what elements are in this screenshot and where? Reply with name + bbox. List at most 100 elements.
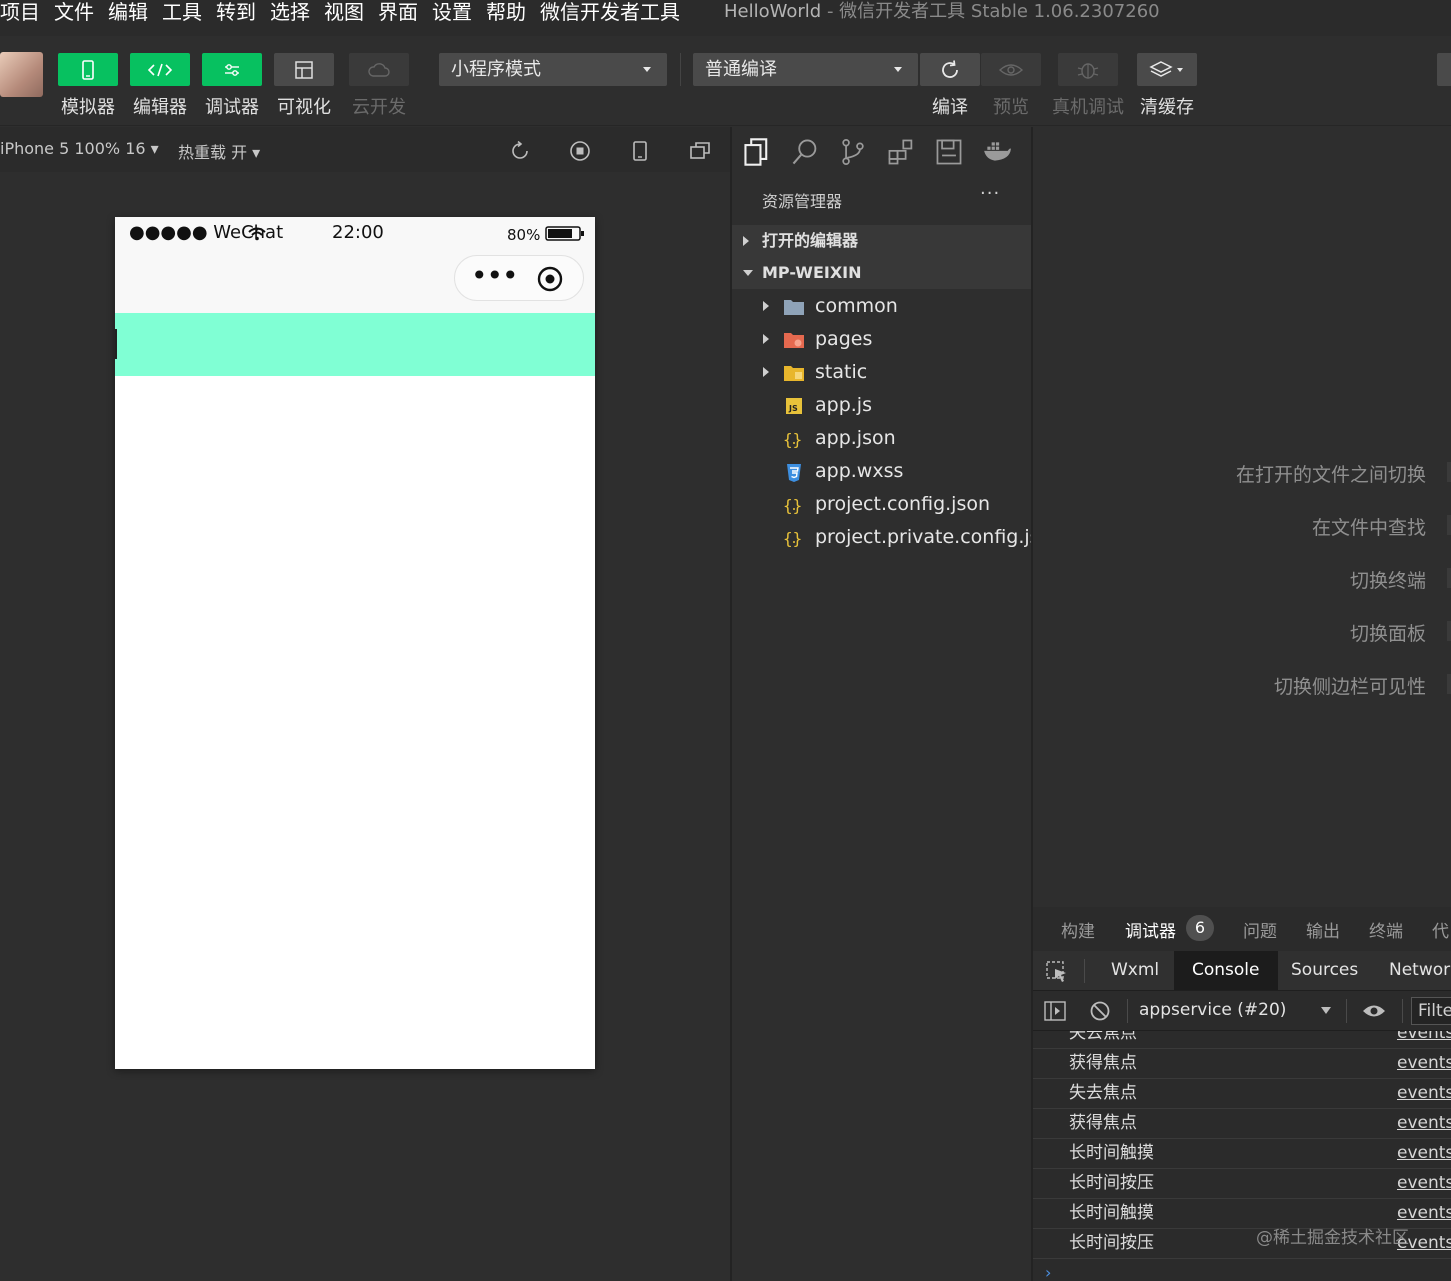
clear-console-icon[interactable] [1088,999,1112,1023]
editor-toggle-button[interactable] [130,53,190,86]
json-file-icon: {} [783,529,802,548]
log-row: 失去焦点 events [1033,1079,1451,1109]
close-mini-program-icon[interactable] [537,266,563,292]
tab-sources[interactable]: Sources [1273,951,1376,990]
log-row: 失去焦点 events [1033,1031,1451,1049]
menu-item-view[interactable]: 视图 [324,0,364,24]
tree-item-label: app.wxss [815,460,904,482]
shortcut-hint: 切换侧边栏可见性 [1273,676,1426,698]
tab-wxml[interactable]: Wxml [1093,951,1177,990]
hot-reload-select[interactable]: 热重载 开 ▾ [178,139,260,163]
mode-select[interactable]: 小程序模式 [439,53,667,86]
tab-network[interactable]: Network [1371,951,1451,990]
layers-icon [1149,60,1183,77]
folder-static-icon [784,366,804,381]
toolbar-overflow-button[interactable] [1437,53,1451,86]
tab-debugger[interactable]: 调试器 [1125,917,1176,942]
log-source-link[interactable]: events [1397,1049,1451,1078]
page-header-bar [115,313,595,376]
files-icon[interactable] [742,137,772,167]
battery-icon [545,226,584,241]
save-icon[interactable] [934,137,964,167]
menu-item-settings[interactable]: 设置 [432,0,472,24]
inspect-element-icon[interactable] [1045,960,1069,984]
phone-screen[interactable]: ●●●●● WeChat 22:00 80% ••• [115,217,595,1069]
tab-code-quality[interactable]: 代 [1432,917,1449,942]
detach-window-icon[interactable] [689,140,711,162]
tab-output[interactable]: 输出 [1306,917,1340,942]
cloud-icon [368,62,390,77]
layout-icon [295,60,313,79]
simulator-toolbar: iPhone 5 100% 16 ▾ 热重载 开 ▾ [0,127,730,172]
docker-icon[interactable] [982,137,1012,167]
debugger-label: 调试器 [205,97,259,118]
remote-debug-button[interactable] [1058,53,1118,86]
menu-item-goto[interactable]: 转到 [216,0,256,24]
visual-toggle-button[interactable] [274,53,334,86]
chevron-down-icon[interactable] [1321,1007,1331,1014]
log-source-link[interactable]: events [1397,1079,1451,1108]
device-select[interactable]: iPhone 5 100% 16 ▾ [0,139,159,158]
more-menu-button[interactable]: ••• [471,260,519,292]
tree-item-project-private-config[interactable]: {} project.private.config.js... [732,521,1058,554]
tab-console[interactable]: Console [1174,951,1278,990]
open-editors-section[interactable]: 打开的编辑器 [732,225,1031,257]
toolbar-divider [680,53,681,86]
menu-item-file[interactable]: 文件 [54,0,94,24]
tree-item-pages[interactable]: pages [732,323,1031,356]
avatar[interactable] [0,52,43,97]
mini-program-capsule: ••• [454,255,584,301]
simulator-toggle-button[interactable] [58,53,118,86]
log-message: 获得焦点 [1069,1113,1137,1133]
live-expression-eye-icon[interactable] [1361,1001,1387,1021]
menu-item-project[interactable]: 项目 [0,0,40,24]
tree-item-common[interactable]: common [732,290,1031,323]
tab-problems[interactable]: 问题 [1243,917,1277,942]
tab-terminal[interactable]: 终端 [1369,917,1403,942]
explorer-more-button[interactable]: ··· [980,183,1000,204]
preview-button[interactable] [981,53,1041,86]
log-source-link[interactable]: events [1397,1139,1451,1168]
log-source-link[interactable]: events [1397,1169,1451,1198]
search-icon[interactable] [790,137,820,167]
source-control-icon[interactable] [838,137,868,167]
tree-item-project-config[interactable]: {} project.config.json [732,488,1031,521]
extensions-icon[interactable] [886,137,916,167]
clear-cache-button[interactable] [1137,53,1197,86]
tree-item-app-js[interactable]: JS app.js [732,389,1031,422]
tree-item-app-wxss[interactable]: app.wxss [732,455,1031,488]
chevron-right-icon [743,236,749,246]
context-select[interactable]: appservice (#20) [1139,1000,1286,1020]
console-prompt[interactable]: › [1045,1263,1051,1281]
menu-item-wechat-devtools[interactable]: 微信开发者工具 [540,0,680,24]
console-divider [1346,999,1347,1023]
explorer-title: 资源管理器 [762,192,843,211]
menu-item-edit[interactable]: 编辑 [108,0,148,24]
menu-item-interface[interactable]: 界面 [378,0,418,24]
menu-item-help[interactable]: 帮助 [486,0,526,24]
debugger-toggle-button[interactable] [202,53,262,86]
log-source-link[interactable]: events [1397,1109,1451,1138]
visual-label: 可视化 [277,97,331,118]
device-icon[interactable] [630,140,650,162]
sidebar-toggle-icon[interactable] [1043,999,1067,1023]
menu-item-select[interactable]: 选择 [270,0,310,24]
folder-pages-icon [784,333,804,348]
compile-button[interactable] [920,53,980,86]
editor-label: 编辑器 [133,97,187,118]
menu-item-tools[interactable]: 工具 [162,0,202,24]
tab-build[interactable]: 构建 [1061,917,1095,942]
project-section[interactable]: MP-WEIXIN [732,257,1031,289]
chevron-down-icon [894,67,902,72]
log-message: 长时间触摸 [1069,1143,1154,1163]
rotate-icon[interactable] [509,140,531,162]
log-source-link[interactable]: events [1397,1031,1451,1048]
cloud-dev-button[interactable] [349,53,409,86]
tree-item-static[interactable]: static [732,356,1031,389]
refresh-icon [942,59,958,78]
tree-item-app-json[interactable]: {} app.json [732,422,1031,455]
console-filter-input[interactable]: Filter [1411,997,1451,1025]
window-title-project: HelloWorld [724,1,822,22]
stop-icon[interactable] [569,140,591,162]
compile-mode-select[interactable]: 普通编译 [693,53,918,86]
